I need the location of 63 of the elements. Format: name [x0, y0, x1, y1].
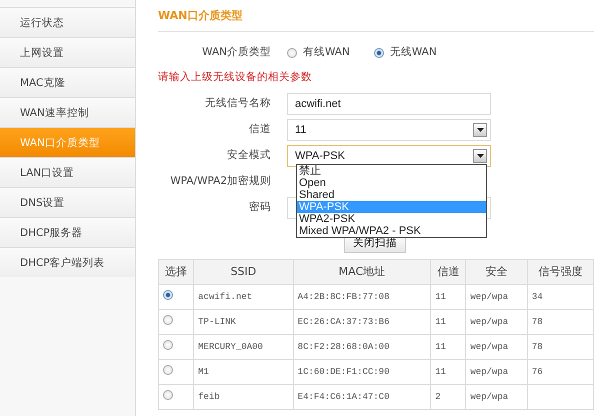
radio-button[interactable] — [163, 314, 173, 324]
table-cell: acwifi.net — [194, 284, 294, 310]
column-header: 信号强度 — [527, 260, 594, 285]
table-cell: wep/wpa — [466, 384, 528, 410]
table-cell: 11 — [430, 360, 466, 385]
column-header: 选择 — [158, 260, 194, 285]
table-cell: 78 — [527, 310, 594, 335]
notice-text: 请输入上级无线设备的相关参数 — [158, 70, 312, 84]
column-header: 信道 — [430, 260, 466, 285]
dropdown-option[interactable]: WPA2-PSK — [297, 213, 486, 225]
table-cell: A4:2B:8C:FB:77:08 — [293, 284, 431, 310]
column-header: MAC地址 — [293, 260, 431, 285]
table-cell: wep/wpa — [466, 284, 528, 310]
table-cell: 1C:60:DE:F1:CC:90 — [293, 360, 431, 385]
field-label: 安全模式 — [226, 148, 271, 164]
sidebar-item[interactable]: DHCP服务器 — [0, 217, 135, 247]
radio-button[interactable] — [163, 290, 173, 300]
sidebar-item[interactable]: 运行状态 — [0, 7, 135, 37]
table-cell: 11 — [430, 334, 466, 360]
table-cell: MERCURY_0A00 — [194, 334, 294, 360]
table-cell: 34 — [527, 284, 594, 310]
input-field[interactable]: acwifi.net — [287, 93, 491, 116]
sidebar-item[interactable]: 上网设置 — [0, 37, 135, 67]
radio-label: 有线WAN — [303, 44, 350, 60]
table-cell: 11 — [430, 310, 466, 335]
sidebar-item[interactable]: DNS设置 — [0, 187, 135, 217]
table-cell: TP-LINK — [194, 310, 294, 335]
radio-label: 无线WAN — [390, 44, 437, 60]
table-cell: 8C:F2:28:68:0A:00 — [293, 334, 431, 360]
table-cell: wep/wpa — [466, 360, 528, 385]
sidebar-item[interactable]: WAN速率控制 — [0, 97, 135, 127]
field-label: WPA/WPA2加密规则 — [169, 174, 271, 190]
field-label: 密码 — [248, 200, 271, 216]
table-cell: M1 — [194, 360, 294, 385]
radio-button[interactable] — [374, 48, 384, 58]
field-label: 无线信号名称 — [204, 96, 271, 112]
column-header: 安全 — [466, 260, 528, 285]
table-cell: EC:26:CA:37:73:B6 — [293, 310, 431, 335]
section-title: WAN口介质类型 — [158, 8, 242, 24]
column-header: SSID — [194, 260, 294, 285]
dropdown-option[interactable]: Shared — [297, 189, 486, 201]
dropdown-option[interactable]: 禁止 — [297, 165, 486, 177]
table-cell: wep/wpa — [466, 310, 528, 335]
table-cell: 78 — [527, 334, 594, 360]
table-cell: E4:F4:C6:1A:47:C0 — [293, 384, 431, 410]
table-cell: feib — [194, 384, 294, 410]
radio-button[interactable] — [163, 364, 173, 374]
radio-button[interactable] — [163, 340, 173, 350]
sidebar-item[interactable]: LAN口设置 — [0, 157, 135, 187]
table-cell: 76 — [527, 360, 594, 385]
table-cell: wep/wpa — [466, 334, 528, 360]
caret-icon — [473, 149, 487, 164]
radio-button[interactable] — [163, 390, 173, 400]
select-field[interactable]: 11 — [287, 119, 491, 142]
sidebar-item[interactable]: MAC克隆 — [0, 67, 135, 97]
caret-icon — [473, 123, 487, 138]
table-cell: 2 — [430, 384, 466, 410]
radio-button[interactable] — [287, 48, 297, 58]
field-label: 信道 — [248, 122, 271, 138]
sidebar-item[interactable]: DHCP客户端列表 — [0, 247, 135, 277]
field-label: WAN介质类型 — [201, 44, 271, 60]
table-cell: 11 — [430, 284, 466, 310]
dropdown-option[interactable]: Open — [297, 177, 486, 189]
